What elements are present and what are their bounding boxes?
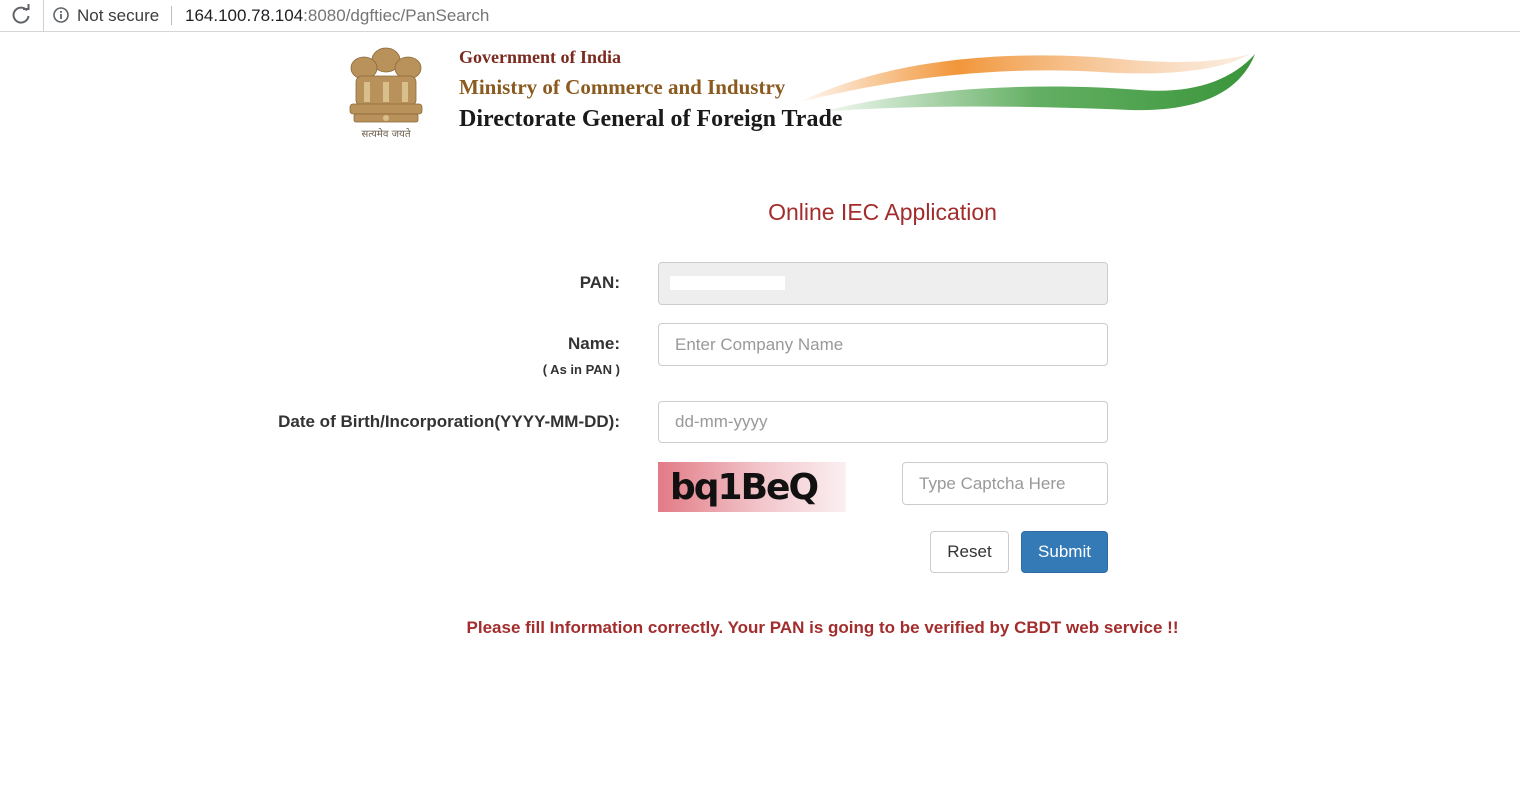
info-icon[interactable] bbox=[53, 7, 69, 23]
url-path: :8080/dgftiec/PanSearch bbox=[303, 6, 490, 25]
header-line-directorate: Directorate General of Foreign Trade bbox=[459, 106, 843, 132]
reload-icon[interactable] bbox=[10, 4, 32, 26]
redaction-mask bbox=[670, 276, 785, 290]
pan-label: PAN: bbox=[579, 273, 620, 292]
emblem-motto: सत्यमेव जयते bbox=[361, 128, 410, 140]
name-sublabel: ( As in PAN ) bbox=[542, 362, 620, 377]
captcha-text: bq1BeQ bbox=[670, 467, 817, 508]
header-line-government: Government of India bbox=[459, 47, 621, 67]
national-emblem-logo: सत्यमेव जयते bbox=[349, 47, 423, 140]
dob-input[interactable] bbox=[658, 401, 1108, 443]
url-host: 164.100.78.104 bbox=[185, 6, 304, 25]
security-label[interactable]: Not secure bbox=[77, 6, 159, 26]
url-divider bbox=[171, 6, 172, 25]
captcha-input[interactable] bbox=[902, 462, 1108, 505]
captcha-image: bq1BeQ bbox=[658, 462, 846, 512]
reset-button[interactable]: Reset bbox=[930, 531, 1009, 573]
page-title: Online IEC Application bbox=[768, 199, 997, 225]
address-bar: Not secure 164.100.78.104:8080/dgftiec/P… bbox=[0, 0, 1520, 32]
toolbar-divider bbox=[43, 0, 44, 31]
header-line-ministry: Ministry of Commerce and Industry bbox=[459, 75, 786, 99]
dob-label: Date of Birth/Incorporation(YYYY-MM-DD): bbox=[278, 412, 620, 431]
name-label: Name: bbox=[568, 334, 620, 353]
submit-button[interactable]: Submit bbox=[1021, 531, 1108, 573]
url-field[interactable]: 164.100.78.104:8080/dgftiec/PanSearch bbox=[185, 6, 489, 26]
tricolor-flag-graphic bbox=[800, 54, 1255, 112]
company-name-input[interactable] bbox=[658, 323, 1108, 366]
verification-notice: Please fill Information correctly. Your … bbox=[466, 618, 1179, 637]
